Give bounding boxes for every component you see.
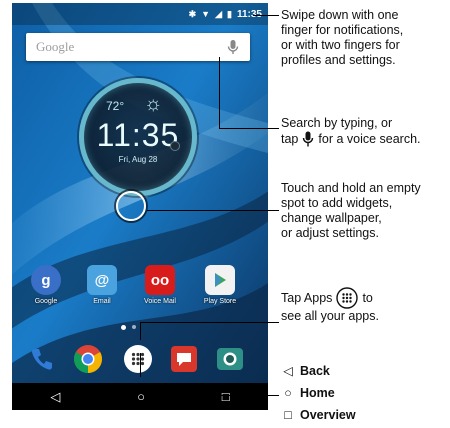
nav-back-icon[interactable]: ◁: [50, 390, 60, 403]
callout-line-text: tap for a voice search.: [281, 131, 450, 147]
legend-label: Overview: [300, 408, 356, 422]
callout-line-search: [219, 128, 279, 129]
phone-icon[interactable]: [26, 343, 58, 375]
status-time: 11:35: [236, 8, 262, 20]
callout-apps: Tap Apps to see all your apps.: [281, 287, 450, 324]
callout-notifications: Swipe down with one finger for notificat…: [281, 8, 450, 68]
touch-hold-indicator: [116, 191, 146, 221]
chrome-icon[interactable]: [72, 343, 104, 375]
apps-launcher-icon[interactable]: [122, 343, 154, 375]
callout-line-text: profiles and settings.: [281, 53, 396, 67]
callout-line-text: Touch and hold an empty: [281, 181, 421, 195]
app-label: Google: [34, 298, 58, 305]
callout-line-text: finger for notifications,: [281, 23, 404, 37]
callout-line-text: or with two fingers for: [281, 38, 400, 52]
apps-launcher-icon: [336, 287, 359, 309]
app-voicemail[interactable]: oo Voice Mail: [130, 265, 190, 305]
app-play-store[interactable]: Play Store: [190, 265, 250, 305]
bluetooth-icon: ✱: [188, 8, 197, 19]
app-email[interactable]: @ Email: [72, 265, 132, 305]
legend-home: ○ Home: [282, 386, 335, 400]
page-dot-active: [121, 325, 126, 330]
app-label: Email: [93, 298, 111, 305]
callout-line-search: [219, 57, 220, 129]
page-dot: [132, 325, 136, 329]
battery-icon: ▮: [227, 8, 232, 19]
legend-back: ◁ Back: [282, 363, 330, 379]
callout-widgets: Touch and hold an empty spot to add widg…: [281, 181, 450, 241]
overview-icon: □: [284, 408, 292, 422]
callout-line-text: Swipe down with one: [281, 8, 399, 22]
legend-label: Back: [300, 363, 330, 378]
callout-line-apps: [140, 322, 141, 340]
callout-word: tap: [281, 131, 299, 146]
app-label: Play Store: [203, 298, 237, 305]
callout-line-apps: [140, 322, 279, 323]
callout-search: Search by typing, or tap for a voice sea…: [281, 116, 450, 147]
legend-overview: □ Overview: [282, 408, 356, 422]
callout-line-nav: [193, 395, 279, 396]
callout-line-text: or adjust settings.: [281, 226, 379, 240]
clock-date: Fri, Aug 28: [118, 155, 158, 164]
status-bar[interactable]: ✱ ▼ ◢ ▮ 11:35: [12, 3, 268, 25]
callout-line-status: [253, 15, 279, 16]
voicemail-icon: oo: [145, 265, 175, 295]
callout-line-text: Search by typing, or: [281, 116, 393, 130]
callout-line-apps: [140, 353, 141, 377]
legend-label: Home: [300, 386, 335, 400]
search-placeholder: Google: [36, 39, 75, 54]
app-google[interactable]: g Google: [16, 265, 76, 305]
callout-line-text: Tap Apps to: [281, 287, 450, 309]
back-icon: ◁: [283, 364, 293, 378]
callout-line-text: spot to add widgets,: [281, 196, 393, 210]
camera-icon[interactable]: [214, 343, 246, 375]
google-search-icon: g: [31, 265, 61, 295]
wifi-icon: ▼: [201, 8, 211, 19]
messaging-icon[interactable]: [168, 343, 200, 375]
callout-word: for a voice search.: [318, 131, 421, 146]
google-search-bar[interactable]: Google: [26, 33, 250, 61]
home-icon: ○: [284, 386, 292, 400]
email-icon: @: [87, 265, 117, 295]
page-indicator: [121, 325, 136, 330]
callout-line-text: change wallpaper,: [281, 211, 382, 225]
callout-word: Tap Apps: [281, 290, 333, 305]
nav-overview-icon[interactable]: □: [222, 390, 230, 403]
callout-word: to: [362, 290, 373, 305]
weather-temperature: 72°: [106, 99, 125, 113]
nav-home-icon[interactable]: ○: [137, 390, 145, 403]
microphone-icon: [303, 131, 314, 147]
callout-line-widgets: [147, 210, 279, 211]
clock-dial-dot: [170, 141, 180, 151]
navigation-bar: ◁ ○ □: [12, 383, 268, 410]
app-label: Voice Mail: [144, 298, 176, 305]
callout-line-text: see all your apps.: [281, 309, 379, 323]
clock-widget[interactable]: 72° ☼ 11:35 Fri, Aug 28: [79, 78, 197, 196]
sun-icon: ☼: [144, 93, 163, 115]
signal-icon: ◢: [215, 8, 223, 19]
phone-screen: ✱ ▼ ◢ ▮ 11:35 Google 72° ☼ 11:35 Fri, Au…: [12, 3, 268, 410]
play-store-icon: [205, 265, 235, 295]
microphone-icon[interactable]: [226, 39, 240, 55]
